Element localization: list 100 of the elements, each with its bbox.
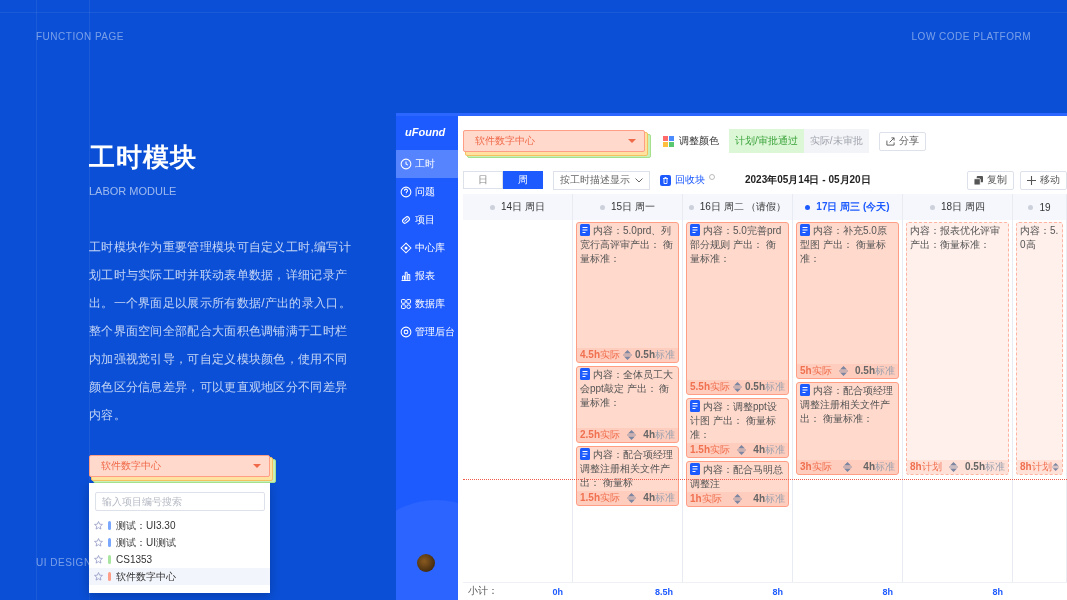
card-text: 内容：全体员工大会ppt敲定 产出： 衡量标准： [579, 367, 674, 410]
subtotal-value: 8h [772, 586, 783, 597]
standard-label: 4h标准 [643, 428, 675, 442]
logo: uFound [404, 125, 447, 140]
display-mode-select[interactable]: 按工时描述显示 [553, 170, 650, 190]
card-text: 内容：调整ppt设计图 产出： 衡量标准： [689, 399, 778, 442]
standard-label: 0.5h标准 [745, 380, 785, 394]
sidebar-item[interactable]: 工时 [396, 150, 458, 178]
document-icon [580, 224, 590, 236]
standard-label: 4h标准 [643, 491, 675, 505]
sidebar-item[interactable]: 项目 [396, 206, 458, 234]
day-header: 19 [1013, 194, 1067, 220]
document-icon [800, 224, 810, 236]
work-card[interactable]: 内容：补充5.0原型图 产出： 衡量标准： 5h实际 0.5h标准 [796, 222, 899, 379]
grid-icon [400, 298, 412, 310]
bar-chart-icon [400, 270, 412, 282]
dropdown-option[interactable]: 软件数字中心 [89, 568, 270, 585]
plan-card[interactable]: 内容：5.0高 8h计划 [1016, 222, 1063, 475]
standard-label: 0.5h标准 [635, 348, 675, 362]
hours-label: 8h计划 [910, 460, 942, 474]
adjust-color-button[interactable]: 调整颜色 [663, 134, 719, 148]
star-icon[interactable] [94, 521, 103, 530]
recycle-bin-link[interactable]: 回收块 [660, 173, 715, 187]
card-text: 内容：报表优化评审产出：衡量标准： [909, 224, 1001, 252]
hours-label: 5.5h实际 [690, 380, 730, 394]
caret-icon [253, 464, 261, 468]
hours-label: 8h计划 [1020, 460, 1052, 474]
dropdown-option[interactable]: 测试：UI3.30 [89, 517, 270, 534]
card-text: 内容：配合项经理调整注册相关文件产出： 衡量标准： [799, 383, 894, 426]
document-icon [800, 384, 810, 396]
star-icon[interactable] [94, 538, 103, 547]
subtotal-value: 8.5h [655, 586, 673, 597]
sidebar-item[interactable]: 数据库 [396, 290, 458, 318]
work-card[interactable]: 内容：调整ppt设计图 产出： 衡量标准： 1.5h实际 4h标准 [686, 398, 789, 458]
sort-icon[interactable] [843, 462, 852, 472]
sort-icon[interactable] [1051, 462, 1059, 472]
hours-label: 2.5h实际 [580, 428, 620, 442]
avatar[interactable] [417, 554, 435, 572]
hours-label: 1.5h实际 [580, 491, 620, 505]
sort-icon[interactable] [627, 493, 637, 503]
sidebar-item[interactable]: 问题 [396, 178, 458, 206]
hours-label: 5h实际 [800, 364, 832, 378]
standard-label: 4h标准 [753, 492, 785, 506]
document-icon [690, 224, 700, 236]
hours-label: 4.5h实际 [580, 348, 620, 362]
subtotal-value: 8h [882, 586, 893, 597]
star-icon[interactable] [94, 572, 103, 581]
view-tab[interactable]: 日 [463, 171, 503, 189]
sidebar-item[interactable]: 报表 [396, 262, 458, 290]
plan-card[interactable]: 内容：报表优化评审产出：衡量标准： 8h计划 0.5h标准 [906, 222, 1009, 475]
legend-label: 计划/审批通过 [729, 129, 804, 153]
day-header: 14日 周日 [463, 194, 573, 220]
subtotal-label: 小计： [468, 584, 498, 598]
standard-label: 4h标准 [753, 443, 785, 457]
sort-icon[interactable] [838, 366, 848, 376]
corner-label: FUNCTION PAGE [36, 31, 124, 42]
sort-icon[interactable] [737, 445, 747, 455]
day-header: 16日 周二 （请假） [683, 194, 793, 220]
card-text: 内容：补充5.0原型图 产出： 衡量标准： [799, 223, 888, 266]
caret-icon [628, 139, 636, 143]
work-card[interactable]: 内容：全体员工大会ppt敲定 产出： 衡量标准： 2.5h实际 4h标准 [576, 366, 679, 443]
document-icon [580, 368, 590, 380]
star-icon[interactable] [94, 555, 103, 564]
move-icon [1027, 175, 1036, 185]
sort-icon[interactable] [948, 462, 958, 472]
move-button[interactable]: 移动 [1020, 170, 1067, 190]
dropdown-option[interactable]: CS1353 [89, 551, 270, 568]
card-text: 内容：5.0完善prd部分规则 产出： 衡量标准： [689, 223, 783, 266]
palette-icon [663, 135, 674, 147]
sidebar-item[interactable]: 管理后台 [396, 318, 458, 346]
document-icon [690, 400, 700, 412]
question-icon [400, 186, 412, 198]
date-range: 2023年05月14日 - 05月20日 [745, 173, 871, 187]
view-tab[interactable]: 周 [503, 171, 543, 189]
work-card[interactable]: 内容：5.0完善prd部分规则 产出： 衡量标准： 5.5h实际 0.5h标准 [686, 222, 789, 395]
sort-icon[interactable] [623, 350, 632, 360]
share-button[interactable]: 分享 [878, 131, 926, 151]
standard-label: 0.5h标准 [855, 364, 895, 378]
clock-icon [400, 158, 412, 170]
search-field[interactable]: 输入项目编号搜索 [95, 492, 265, 511]
subtotal-value: 8h [992, 586, 1003, 597]
sort-icon[interactable] [733, 382, 742, 392]
corner-label: UI DESIGN [36, 557, 92, 568]
share-icon [885, 136, 895, 146]
day-header: 17日 周三 (今天) [793, 194, 903, 220]
work-card[interactable]: 内容：5.0prd、列宽行高评审产出： 衡量标准： 4.5h实际 0.5h标准 [576, 222, 679, 363]
copy-button[interactable]: 复制 [967, 170, 1014, 190]
work-card[interactable]: 内容：配合项经理调整注册相关文件产出： 衡量标准： 3h实际 4h标准 [796, 382, 899, 475]
copy-icon [974, 175, 983, 185]
sort-icon[interactable] [733, 494, 742, 504]
dropdown-option[interactable]: 测试：UI测试 [89, 534, 270, 551]
standard-label: 0.5h标准 [965, 460, 1005, 474]
chevron-icon [635, 177, 643, 183]
sort-icon[interactable] [627, 430, 637, 440]
module-title: 工时模块 [89, 141, 198, 174]
trash-icon [660, 174, 671, 186]
sidebar-item[interactable]: 中心库 [396, 234, 458, 262]
day-header: 18日 周四 [903, 194, 1013, 220]
target-icon [400, 326, 412, 338]
hours-label: 3h实际 [800, 460, 832, 474]
